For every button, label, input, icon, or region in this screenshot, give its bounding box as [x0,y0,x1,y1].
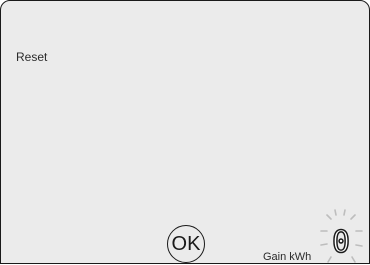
ok-button[interactable]: OK [167,225,205,263]
gain-value: 0 [332,225,350,260]
reset-label: Reset [16,50,48,64]
gain-unit-label: Gain kWh [263,251,312,263]
device-screen: Reset OK Gain kWh 0 [0,0,370,264]
gain-display: 0 [320,209,363,263]
